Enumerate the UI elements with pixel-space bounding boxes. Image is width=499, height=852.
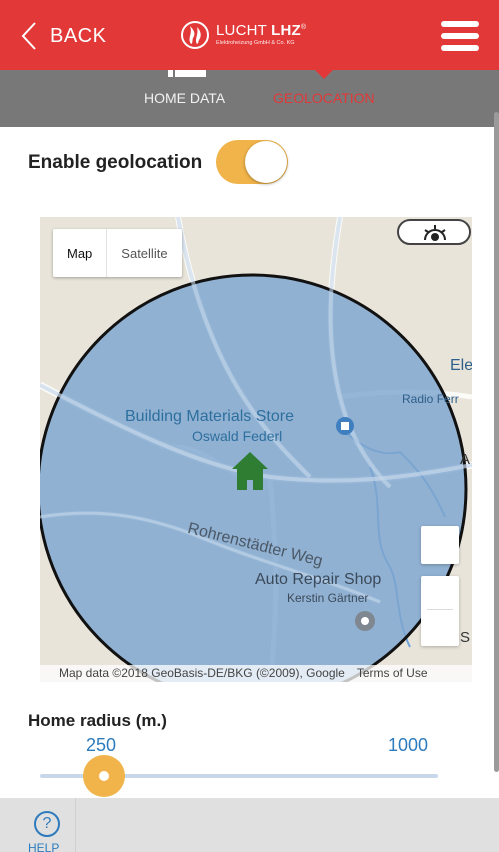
locate-icon: [424, 225, 446, 241]
radius-max-value: 1000: [388, 735, 429, 755]
map-label-edge-elec: Electr: [450, 357, 472, 374]
map-type-control: Map Satellite: [53, 229, 182, 277]
help-label: HELP: [28, 841, 60, 852]
map-type-satellite-button[interactable]: Satellite: [107, 229, 181, 277]
map-attribution: Map data ©2018 GeoBasis-DE/BKG (©2009), …: [40, 665, 472, 682]
map-label-edge-a: A: [460, 451, 471, 468]
menu-button[interactable]: [441, 21, 479, 51]
map-label-edge-radio: Radio Ferr: [402, 392, 459, 406]
back-label: BACK: [50, 24, 107, 47]
tab-geolocation[interactable]: GEOLOCATION: [273, 90, 375, 106]
zoom-in-button[interactable]: [421, 526, 459, 564]
enable-geolocation-label: Enable geolocation: [28, 152, 203, 173]
help-button[interactable]: ? HELP: [0, 798, 76, 852]
map-canvas: [40, 217, 472, 682]
list-icon: [168, 70, 206, 78]
brand-bold: LHZ: [271, 22, 301, 40]
map-label-store-owner: Oswald Federl: [192, 428, 283, 444]
toggle-knob: [245, 141, 287, 183]
map-label-auto-owner: Kerstin Gärtner: [287, 591, 369, 605]
map-data-text: Map data ©2018 GeoBasis-DE/BKG (©2009), …: [59, 666, 345, 680]
tab-bar: HOME DATA GEOLOCATION: [0, 70, 499, 127]
map-type-map-button[interactable]: Map: [53, 229, 108, 277]
app-header: BACK LUCHT LHZ® Elektroheizung GmbH & Co…: [0, 0, 499, 70]
locate-button[interactable]: [397, 219, 471, 245]
radius-slider-thumb[interactable]: [83, 755, 125, 797]
zoom-out-button[interactable]: [421, 576, 459, 646]
scrollbar[interactable]: [494, 112, 499, 772]
back-button[interactable]: BACK: [20, 16, 106, 56]
brand-subtitle: Elektroheizung GmbH & Co. KG: [216, 40, 295, 47]
brand-logo: LUCHT LHZ® Elektroheizung GmbH & Co. KG: [180, 12, 306, 58]
map-label-edge-s: S: [460, 629, 471, 646]
flame-icon: [181, 21, 209, 49]
radius-current-value: 250: [86, 735, 117, 755]
brand-name: LUCHT: [216, 22, 267, 40]
active-tab-indicator: [315, 70, 333, 79]
home-radius-label: Home radius (m.): [28, 711, 167, 730]
brand-mark: ®: [300, 24, 307, 32]
chevron-left-icon: [21, 22, 36, 50]
terms-of-use-link[interactable]: Terms of Use: [357, 665, 428, 682]
geolocation-toggle[interactable]: [216, 140, 288, 184]
map-view[interactable]: Building Materials Store Oswald Federl R…: [40, 217, 472, 682]
bottom-bar: ? HELP: [0, 798, 499, 852]
map-label-store: Building Materials Store: [125, 408, 294, 425]
tab-home-data[interactable]: HOME DATA: [144, 90, 225, 106]
map-label-auto: Auto Repair Shop: [255, 571, 382, 588]
help-icon: ?: [34, 811, 60, 837]
hamburger-icon: [441, 21, 479, 27]
